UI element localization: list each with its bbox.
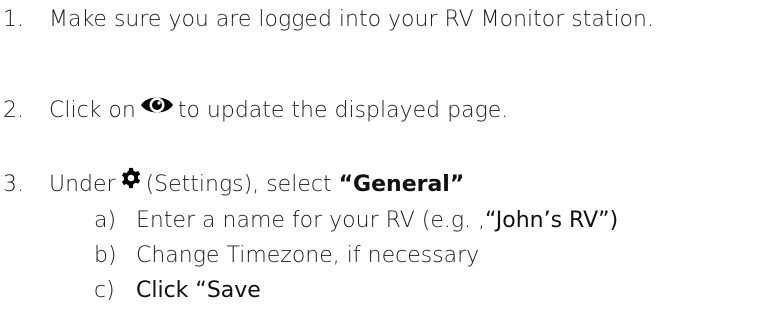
step-number: 1. [3, 7, 24, 32]
step-text-after: to update the displayed page. [177, 98, 509, 123]
substep-letter: c) [94, 278, 115, 303]
substep-b: b) Change Timezone, if necessary [94, 242, 479, 270]
substep-text: Change Timezone, if necessary [136, 243, 480, 268]
step-2: 2. Click on to update the displayed page… [3, 97, 508, 125]
general-emphasis: “General” [338, 172, 465, 197]
substep-letter: b) [94, 243, 117, 268]
gear-icon [120, 167, 142, 196]
eye-icon [140, 97, 174, 124]
substep-letter: a) [94, 208, 117, 233]
step-1: 1. Make sure you are logged into your RV… [3, 6, 654, 34]
step-text-before: Click on [49, 98, 136, 123]
substep-c: c) Click “Save [94, 277, 261, 305]
step-3: 3. Under (Settings), select “General” [3, 167, 465, 199]
step-text-middle: (Settings), select [145, 172, 332, 197]
substep-text: Click “Save [136, 278, 261, 303]
instructions-document: 1. Make sure you are logged into your RV… [0, 0, 773, 316]
step-number: 2. [3, 98, 24, 123]
step-text: Make sure you are logged into your RV Mo… [49, 7, 654, 32]
substep-text: Enter a name for your RV (e.g. , [136, 208, 486, 233]
step-text-before: Under [49, 172, 116, 197]
step-number: 3. [3, 172, 24, 197]
substep-quote: “John’s RV”) [485, 208, 619, 233]
substep-a: a) Enter a name for your RV (e.g. , “Joh… [94, 207, 618, 235]
